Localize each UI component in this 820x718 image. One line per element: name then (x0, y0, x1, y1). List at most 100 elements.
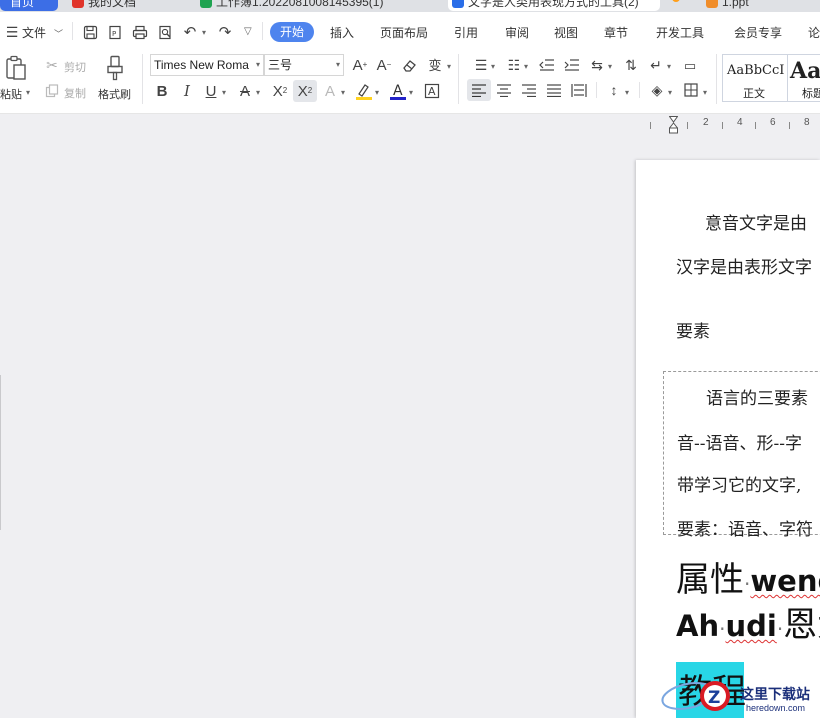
menu-tab-member[interactable]: 会员专享 (734, 24, 782, 41)
menu-tab-page-layout[interactable]: 页面布局 (380, 24, 428, 41)
text-effect-icon[interactable]: A (321, 82, 339, 100)
menu-tab-more[interactable]: 论 (808, 24, 820, 41)
paste-icon[interactable] (3, 54, 29, 82)
font-color-icon[interactable]: A (388, 81, 408, 101)
file-menu[interactable]: 文件 (22, 24, 46, 41)
style-normal[interactable]: AaBbCcI 正文 (722, 54, 788, 102)
customize-toolbar-icon[interactable]: ▽ (244, 26, 252, 37)
copy-button[interactable]: 复制 (64, 85, 86, 101)
align-left-icon[interactable] (467, 79, 491, 101)
show-marks-icon[interactable]: ↵ (645, 56, 667, 74)
tab-active-document[interactable]: 文字是人类用表现方式的工具(2) (448, 0, 660, 11)
borders-icon[interactable] (680, 81, 702, 99)
cut-button[interactable]: 剪切 (64, 59, 86, 75)
menu-tab-review[interactable]: 审阅 (505, 24, 529, 41)
tab-label: 文字是人类用表现方式的工具(2) (468, 0, 639, 9)
hamburger-menu-icon[interactable]: ☰ (3, 23, 21, 41)
increase-indent-icon[interactable] (561, 56, 583, 74)
character-border-icon[interactable]: A (422, 81, 442, 101)
menu-tab-sections[interactable]: 章节 (604, 24, 628, 41)
chevron-down-icon[interactable]: ▾ (625, 88, 629, 97)
sort-icon[interactable]: ⇅ (620, 56, 642, 74)
watermark-title: 这里下载站 (740, 686, 810, 702)
tab-home[interactable]: 首页 (0, 0, 58, 11)
save-icon[interactable] (81, 23, 99, 41)
print-icon[interactable] (131, 23, 149, 41)
menu-tab-home[interactable]: 开始 (270, 22, 314, 42)
undo-dropdown-icon[interactable]: ▾ (202, 28, 206, 37)
paragraph-2: 汉字是由表形文字 (676, 258, 812, 278)
large-text-chinese: 属性 (676, 560, 744, 600)
menu-tab-references[interactable]: 引用 (454, 24, 478, 41)
chevron-down-icon[interactable]: ▾ (668, 88, 672, 97)
line-spacing-icon[interactable]: ↕ (603, 81, 625, 99)
doc-app-icon (72, 0, 84, 8)
menu-tab-insert[interactable]: 插入 (330, 24, 354, 41)
text-box[interactable]: 语言的三要素 音--语音、形--字 带学习它的文字, 要素：语音、字符 (663, 371, 820, 540)
undo-icon[interactable]: ↶ (181, 23, 199, 41)
writer-doc-icon (452, 0, 464, 8)
grow-font-icon[interactable]: A + (350, 56, 370, 74)
spreadsheet-icon (200, 0, 212, 8)
ruler-tick (687, 122, 688, 129)
menu-bar: ☰ 文件 ﹀ P ↶ ▾ ↷ ▽ 开始 插入 页面布局 引用 审阅 视图 章节 … (0, 12, 820, 48)
table-tab-icon[interactable]: ▭ (679, 56, 701, 74)
shrink-font-icon[interactable]: A − (374, 56, 394, 74)
format-painter-button[interactable]: 格式刷 (98, 86, 131, 102)
export-pdf-icon[interactable]: P (106, 23, 124, 41)
menu-tab-developer[interactable]: 开发工具 (656, 24, 704, 41)
superscript-icon[interactable]: X2 (270, 82, 290, 100)
indent-marker-icon[interactable] (668, 116, 679, 134)
chevron-down-icon[interactable]: ▾ (608, 62, 612, 71)
chevron-down-icon[interactable]: ▾ (222, 88, 226, 97)
tab-ppt[interactable]: 1.ppt (702, 0, 820, 11)
chevron-down-icon[interactable]: ▾ (447, 62, 451, 71)
distributed-align-icon[interactable] (568, 81, 590, 99)
justify-icon[interactable] (543, 81, 565, 99)
chevron-down-icon[interactable]: ▾ (667, 62, 671, 71)
tab-home-label: 首页 (10, 0, 35, 9)
chinese-layout-icon[interactable]: ⇆ (586, 56, 608, 74)
align-center-icon[interactable] (493, 81, 515, 99)
paste-dropdown-icon[interactable]: ▾ (26, 88, 30, 97)
tab-my-docs[interactable]: 我的文档 (68, 0, 186, 11)
divider (142, 54, 143, 104)
redo-icon[interactable]: ↷ (216, 23, 234, 41)
bullet-list-icon[interactable]: ☰ (470, 56, 492, 74)
shading-icon[interactable]: ◈ (646, 81, 668, 99)
align-right-icon[interactable] (518, 81, 540, 99)
underline-icon[interactable]: U (202, 82, 220, 100)
chevron-down-icon[interactable]: ▾ (491, 62, 495, 71)
bold-icon[interactable]: B (153, 82, 171, 100)
menu-tab-view[interactable]: 视图 (554, 24, 578, 41)
ruler-tick (789, 122, 790, 129)
site-watermark: Z 这里下载站 heredown.com (660, 670, 820, 718)
scissors-icon: ✂ (46, 57, 58, 73)
tab-workbook[interactable]: 工作簿1.2022081008145395(1) (196, 0, 436, 11)
tab-label: 1.ppt (722, 0, 749, 9)
document-page[interactable]: 意音文字是由 汉字是由表形文字 要素 语言的三要素 音--语音、形--字 带学习… (636, 160, 820, 718)
print-preview-icon[interactable] (156, 23, 174, 41)
chevron-down-icon[interactable]: ﹀ (54, 27, 63, 40)
font-size-select[interactable]: 三号 ▾ (264, 54, 344, 76)
strikethrough-icon[interactable]: A (236, 82, 254, 100)
italic-icon[interactable]: I (178, 82, 196, 100)
subscript-icon[interactable]: X2 (293, 80, 317, 102)
chevron-down-icon[interactable]: ▾ (703, 88, 707, 97)
chevron-down-icon[interactable]: ▾ (256, 88, 260, 97)
paste-button[interactable]: 粘贴 (0, 86, 22, 102)
highlight-color-icon[interactable] (354, 81, 374, 101)
style-heading[interactable]: Aa 标题 (788, 54, 820, 102)
phonetic-guide-icon[interactable]: 变 (424, 56, 446, 74)
decrease-indent-icon[interactable] (536, 56, 558, 74)
large-text-line-2: Ah·udi·恩大 (676, 597, 820, 646)
chevron-down-icon[interactable]: ▾ (524, 62, 528, 71)
numbered-list-icon[interactable]: ☷ (503, 56, 525, 74)
format-painter-icon[interactable] (105, 54, 127, 82)
chevron-down-icon[interactable]: ▾ (341, 88, 345, 97)
font-name-select[interactable]: Times New Roma ▾ (150, 54, 264, 76)
ribbon-toolbar: 粘贴 ▾ ✂ 剪切 复制 格式刷 Times New Roma ▾ 三号 ▾ A… (0, 48, 820, 114)
clear-formatting-icon[interactable] (400, 56, 420, 74)
chevron-down-icon[interactable]: ▾ (409, 88, 413, 97)
chevron-down-icon[interactable]: ▾ (375, 88, 379, 97)
